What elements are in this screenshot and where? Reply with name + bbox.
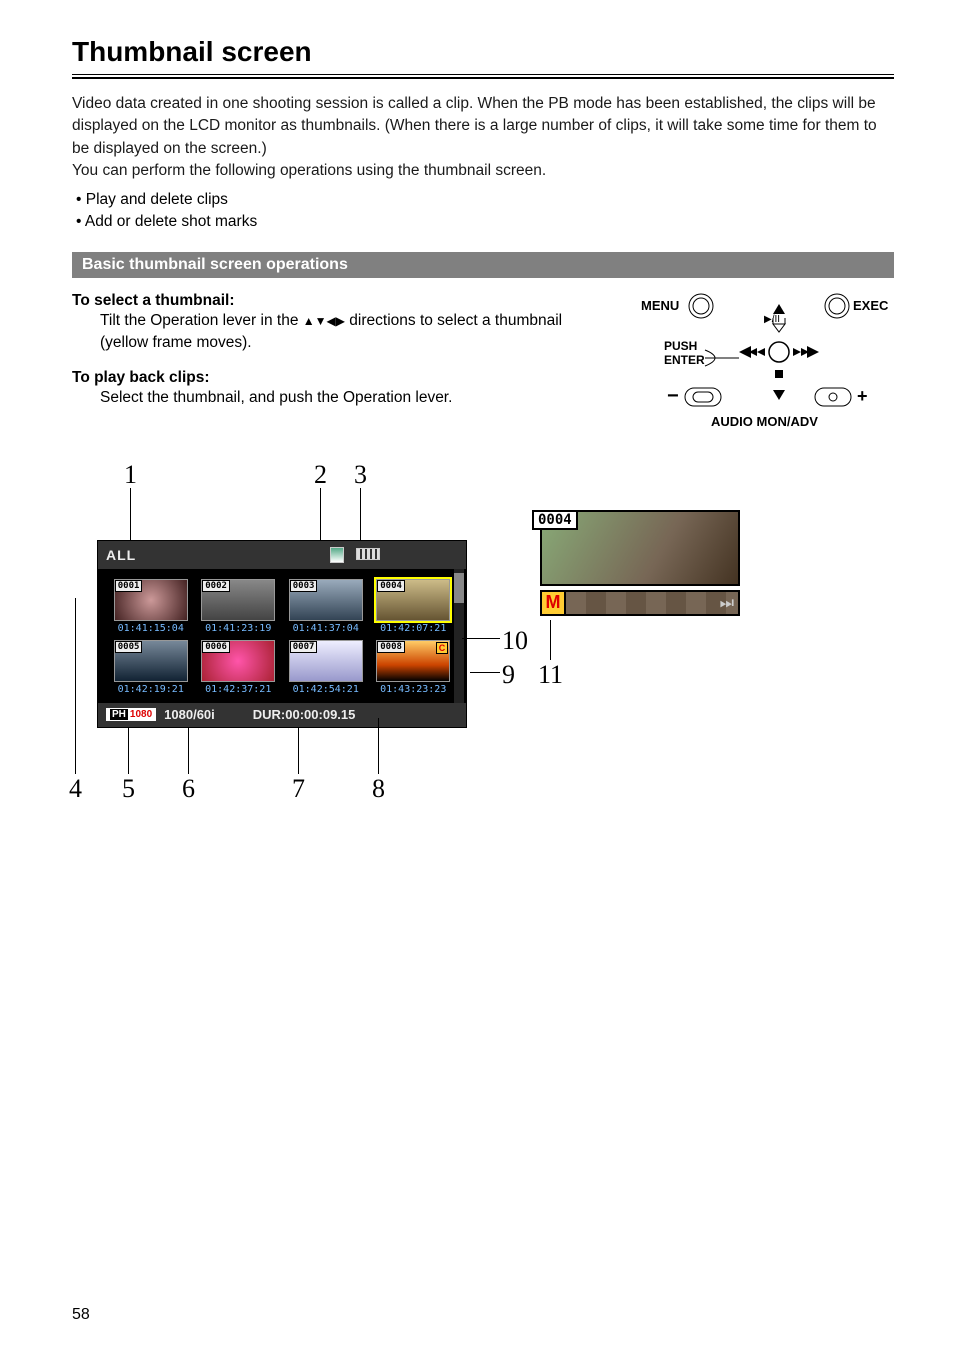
arrow-down-icon: ▼ bbox=[315, 313, 327, 330]
callout-6: 6 bbox=[182, 774, 195, 804]
clip-image: 0006 bbox=[201, 640, 275, 682]
clip-timecode: 01:41:37:04 bbox=[293, 623, 359, 634]
callout-7: 7 bbox=[292, 774, 305, 804]
thumbnail-clip[interactable]: 0006 01:42:37:21 bbox=[198, 640, 280, 695]
clip-number-badge: 0004 bbox=[377, 580, 405, 592]
clip-number-badge: 0002 bbox=[202, 580, 230, 592]
arrow-up-icon: ▲ bbox=[303, 313, 315, 330]
play-clips-body: Select the thumbnail, and push the Opera… bbox=[72, 387, 614, 409]
feature-item: Add or delete shot marks bbox=[76, 211, 894, 233]
clip-image: 0004 bbox=[376, 579, 450, 621]
scrollbar[interactable] bbox=[454, 569, 464, 703]
clip-image: 0002 bbox=[201, 579, 275, 621]
play-clips-heading: To play back clips: bbox=[72, 369, 614, 387]
callout-11: 11 bbox=[538, 660, 563, 690]
lcd-thumbnail-diagram: 1 2 3 ALL 0001 01:41:15:04 0002 01:41:23:19… bbox=[72, 460, 492, 798]
feature-list: Play and delete clips Add or delete shot… bbox=[76, 189, 894, 234]
clip-number-badge: 0008 bbox=[377, 641, 405, 653]
page-number: 58 bbox=[72, 1306, 90, 1324]
clip-number-badge: 0001 bbox=[115, 580, 143, 592]
callout-10: 10 bbox=[502, 626, 528, 656]
exec-label: EXEC bbox=[853, 298, 889, 313]
clip-mark-icon: C bbox=[436, 642, 449, 654]
minus-label: − bbox=[667, 385, 679, 407]
clip-number-badge: 0006 bbox=[202, 641, 230, 653]
arrow-left-icon: ◀ bbox=[327, 313, 336, 330]
shot-mark-badge: M bbox=[540, 590, 566, 616]
clip-timecode: 01:42:54:21 bbox=[293, 684, 359, 695]
control-panel-diagram: MENU EXEC PUSH ENTER ▶ bbox=[639, 292, 889, 432]
feature-item: Play and delete clips bbox=[76, 189, 894, 211]
thumbnail-clip[interactable]: 0001 01:41:15:04 bbox=[110, 579, 192, 634]
clip-timecode: 01:41:15:04 bbox=[118, 623, 184, 634]
format-badge: PH1080 bbox=[106, 708, 156, 721]
clip-image: 0007 bbox=[289, 640, 363, 682]
thumbnail-clip[interactable]: 0005 01:42:19:21 bbox=[110, 640, 192, 695]
thumbnail-clip[interactable]: 0004 01:42:07:21 bbox=[373, 579, 455, 634]
callout-2: 2 bbox=[314, 460, 327, 490]
clip-timecode: 01:42:37:21 bbox=[205, 684, 271, 695]
select-thumbnail-body: Tilt the Operation lever in the ▲▼◀▶ dir… bbox=[72, 310, 614, 355]
clip-number-badge: 0005 bbox=[115, 641, 143, 653]
format-text: 1080/60i bbox=[164, 707, 215, 722]
svg-text:▶/II: ▶/II bbox=[764, 314, 780, 325]
clip-image: 0001 bbox=[114, 579, 188, 621]
lcd-screen: ALL 0001 01:41:15:04 0002 01:41:23:19 0003 01… bbox=[97, 540, 467, 728]
intro-paragraph-2: You can perform the following operations… bbox=[72, 160, 894, 182]
section-heading: Basic thumbnail screen operations bbox=[72, 252, 894, 278]
clip-timecode: 01:43:23:23 bbox=[380, 684, 446, 695]
intro-paragraph-1: Video data created in one shooting sessi… bbox=[72, 93, 894, 160]
callout-3: 3 bbox=[354, 460, 367, 490]
sd-card-icon bbox=[330, 547, 344, 563]
clip-image: 0008 C bbox=[376, 640, 450, 682]
clip-timecode: 01:42:19:21 bbox=[118, 684, 184, 695]
play-forward-icon: ⏭ bbox=[720, 595, 734, 613]
scrollbar-thumb[interactable] bbox=[454, 573, 464, 603]
thumbnail-grid: 0001 01:41:15:04 0002 01:41:23:19 0003 01:41:… bbox=[98, 569, 466, 703]
thumbnail-clip[interactable]: 0007 01:42:54:21 bbox=[285, 640, 367, 695]
clip-number-badge: 0007 bbox=[290, 641, 318, 653]
page-title: Thumbnail screen bbox=[72, 36, 894, 68]
preview-filmstrip: ⏭ bbox=[566, 590, 740, 616]
clip-image: 0005 bbox=[114, 640, 188, 682]
arrow-down-icon bbox=[773, 390, 785, 400]
callout-5: 5 bbox=[122, 774, 135, 804]
filter-all-label: ALL bbox=[106, 547, 136, 563]
clip-number-badge: 0003 bbox=[290, 580, 318, 592]
select-thumbnail-heading: To select a thumbnail: bbox=[72, 292, 614, 310]
lcd-footer-bar: PH1080 1080/60i DUR:00:00:09.15 bbox=[98, 703, 466, 727]
enter-label: ENTER bbox=[664, 353, 705, 367]
clip-image: 0003 bbox=[289, 579, 363, 621]
text-fragment: Tilt the Operation lever in the bbox=[100, 312, 303, 329]
title-rule bbox=[72, 74, 894, 79]
plus-label: + bbox=[857, 386, 868, 406]
clip-timecode: 01:41:23:19 bbox=[205, 623, 271, 634]
audio-mon-adv-label: AUDIO MON/ADV bbox=[711, 414, 818, 429]
thumbnail-clip[interactable]: 0008 C 01:43:23:23 bbox=[373, 640, 455, 695]
clip-preview: 0004 M ⏭ 11 bbox=[532, 510, 742, 686]
thumbnail-clip[interactable]: 0002 01:41:23:19 bbox=[198, 579, 280, 634]
thumbnail-clip[interactable]: 0003 01:41:37:04 bbox=[285, 579, 367, 634]
arrow-up-icon bbox=[773, 304, 785, 314]
duration-text: DUR:00:00:09.15 bbox=[253, 707, 356, 722]
lcd-header-bar: ALL bbox=[98, 541, 466, 569]
menu-label: MENU bbox=[641, 298, 679, 313]
callout-4: 4 bbox=[69, 774, 82, 804]
push-label: PUSH bbox=[664, 339, 697, 353]
arrow-right-icon: ▶ bbox=[336, 313, 345, 330]
clip-timecode: 01:42:07:21 bbox=[380, 623, 446, 634]
callout-1: 1 bbox=[124, 460, 137, 490]
battery-icon bbox=[356, 548, 380, 560]
callout-9: 9 bbox=[502, 660, 515, 690]
preview-clip-number: 0004 bbox=[532, 510, 578, 530]
callout-8: 8 bbox=[372, 774, 385, 804]
